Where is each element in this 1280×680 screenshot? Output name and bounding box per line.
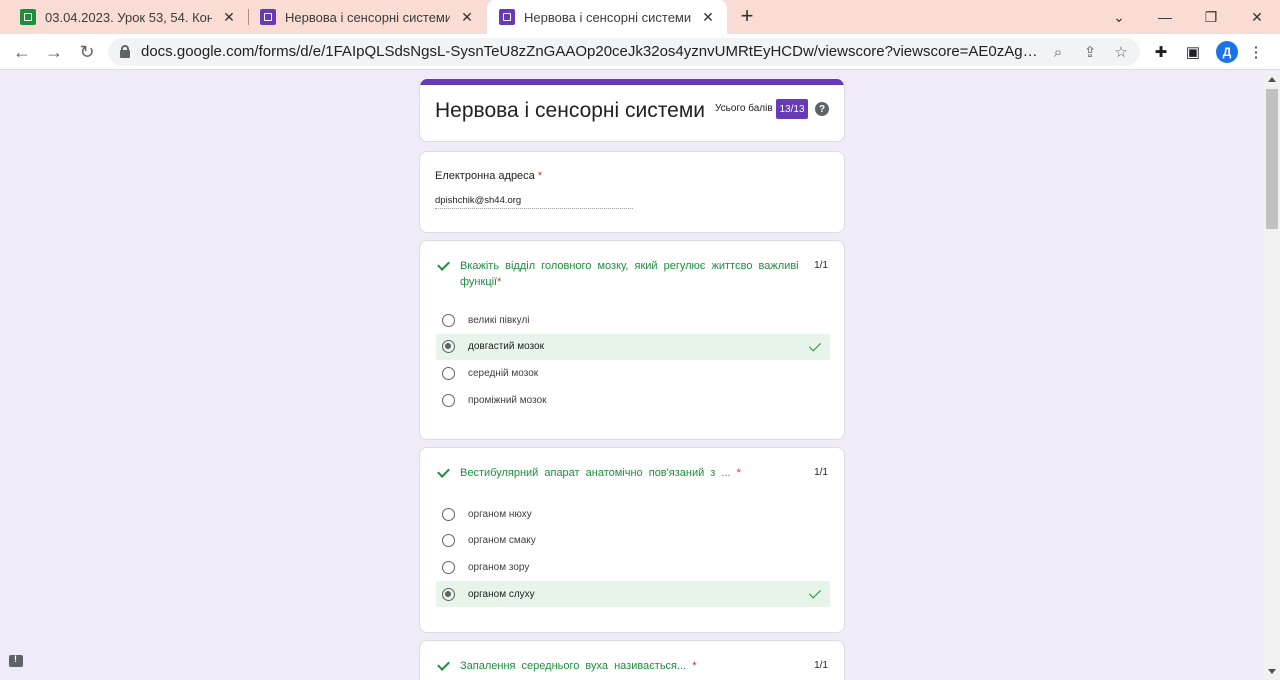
radio-button <box>442 534 455 548</box>
scrollbar[interactable] <box>1264 71 1280 680</box>
radio-button <box>442 560 455 574</box>
back-icon[interactable]: ← <box>10 40 34 64</box>
question-text: Вестибулярний апарат анатомічно пов'язан… <box>460 467 741 479</box>
option-item: органом нюху <box>436 501 830 528</box>
tab-search-icon[interactable]: ⌄ <box>1096 0 1142 34</box>
question-header: Вкажіть відділ головного мозку, який рег… <box>437 258 809 290</box>
scroll-down-arrow-icon[interactable] <box>1268 669 1276 674</box>
option-label: великі півкулі <box>468 314 530 326</box>
menu-icon[interactable]: ⋮ <box>1246 42 1266 62</box>
close-window-icon[interactable]: ✕ <box>1234 0 1280 34</box>
zoom-icon[interactable]: ⌕ <box>1048 42 1068 62</box>
correct-check-icon <box>809 588 821 600</box>
option-item: проміжний мозок <box>436 387 830 414</box>
total-score-label: Усього балів <box>715 103 773 114</box>
radio-button <box>442 507 455 521</box>
option-label: органом нюху <box>468 508 532 520</box>
correct-check-icon <box>437 258 453 272</box>
options-list: великі півкулі довгастий мозок середній … <box>436 307 830 413</box>
correct-check-icon <box>809 341 821 353</box>
email-field: dpishchik@sh44.org <box>435 195 522 206</box>
question-card: Вестибулярний апарат анатомічно пов'язан… <box>419 447 845 633</box>
option-item: органом смаку <box>436 528 830 555</box>
form-header-card: Нервова і сенсорні системи Усього балів … <box>419 79 845 142</box>
option-label: органом зору <box>468 561 530 573</box>
score-badge: 13/13 <box>776 99 808 119</box>
tab-title: Нервова і сенсорні системи <box>524 9 691 25</box>
email-label: Електронна адреса * <box>435 170 542 182</box>
forms-icon <box>260 9 276 25</box>
tab-form[interactable]: Нервова і сенсорні системи ✕ <box>248 0 486 34</box>
correct-check-icon <box>437 465 453 479</box>
side-panel-icon[interactable]: ▣ <box>1183 42 1203 62</box>
radio-button-checked <box>442 340 455 354</box>
restore-icon[interactable]: ❐ <box>1188 0 1234 34</box>
question-card: Вкажіть відділ головного мозку, який рег… <box>419 240 845 440</box>
help-icon[interactable]: ? <box>815 102 829 116</box>
tab-form-active[interactable]: Нервова і сенсорні системи ✕ <box>487 0 727 34</box>
radio-button-checked <box>442 587 455 601</box>
required-mark: * <box>537 170 543 182</box>
question-text: Запалення середнього вуха називається...… <box>460 660 697 672</box>
minimize-icon[interactable]: — <box>1142 0 1188 34</box>
radio-button <box>442 366 455 380</box>
tab-strip: 03.04.2023. Урок 53, 54. Контрол ✕ Нерво… <box>0 0 1280 34</box>
avatar[interactable]: Д <box>1216 41 1238 63</box>
option-label: органом слуху <box>468 588 535 600</box>
sheets-icon <box>20 9 36 25</box>
question-header: Вестибулярний апарат анатомічно пов'язан… <box>437 465 809 481</box>
option-label: проміжний мозок <box>468 394 547 406</box>
question-points: 1/1 <box>814 260 828 271</box>
close-tab-icon[interactable]: ✕ <box>458 8 476 26</box>
feedback-icon[interactable] <box>9 654 23 667</box>
form-page: Нервова і сенсорні системи Усього балів … <box>0 71 1264 680</box>
tab-sheet[interactable]: 03.04.2023. Урок 53, 54. Контрол ✕ <box>8 0 248 34</box>
tab-title: Нервова і сенсорні системи <box>285 9 450 25</box>
forms-icon <box>499 9 515 25</box>
question-text: Вкажіть відділ головного мозку, який рег… <box>460 260 799 288</box>
option-label: середній мозок <box>468 367 539 379</box>
question-card: Запалення середнього вуха називається...… <box>419 640 845 680</box>
extensions-icon[interactable]: ✚ <box>1151 42 1171 62</box>
option-item-selected: органом слуху <box>436 580 830 608</box>
close-tab-icon[interactable]: ✕ <box>699 8 717 26</box>
option-item: органом зору <box>436 554 830 581</box>
bookmark-star-icon[interactable]: ☆ <box>1111 42 1131 62</box>
option-item-selected: довгастий мозок <box>436 333 830 361</box>
url-text[interactable]: docs.google.com/forms/d/e/1FAIpQLSdsNgsL… <box>141 43 1047 60</box>
scroll-thumb[interactable] <box>1266 89 1278 229</box>
close-tab-icon[interactable]: ✕ <box>220 8 238 26</box>
correct-check-icon <box>437 658 453 672</box>
reload-icon[interactable]: ↻ <box>75 40 99 64</box>
header-accent-band <box>420 79 844 85</box>
option-label: органом смаку <box>468 535 536 547</box>
radio-button <box>442 393 455 407</box>
option-label: довгастий мозок <box>468 341 544 353</box>
email-label-text: Електронна адреса <box>435 170 535 182</box>
share-icon[interactable]: ⇪ <box>1080 42 1100 62</box>
email-underline <box>435 208 633 209</box>
email-card: Електронна адреса * dpishchik@sh44.org <box>419 151 845 233</box>
option-item: великі півкулі <box>436 307 830 334</box>
tab-title: 03.04.2023. Урок 53, 54. Контрол <box>45 9 212 25</box>
scroll-up-arrow-icon[interactable] <box>1268 77 1276 82</box>
option-item: середній мозок <box>436 360 830 387</box>
question-points: 1/1 <box>814 467 828 478</box>
page-title: Нервова і сенсорні системи <box>435 99 705 122</box>
forward-icon[interactable]: → <box>42 40 66 64</box>
address-bar[interactable]: docs.google.com/forms/d/e/1FAIpQLSdsNgsL… <box>108 38 1140 66</box>
radio-button <box>442 313 455 327</box>
new-tab-icon[interactable]: + <box>735 5 759 29</box>
options-list: органом нюху органом смаку органом зору … <box>436 501 830 608</box>
question-points: 1/1 <box>814 660 828 671</box>
lock-icon <box>120 45 130 58</box>
question-header: Запалення середнього вуха називається...… <box>437 658 809 674</box>
browser-toolbar: ← → ↻ docs.google.com/forms/d/e/1FAIpQLS… <box>0 34 1280 70</box>
